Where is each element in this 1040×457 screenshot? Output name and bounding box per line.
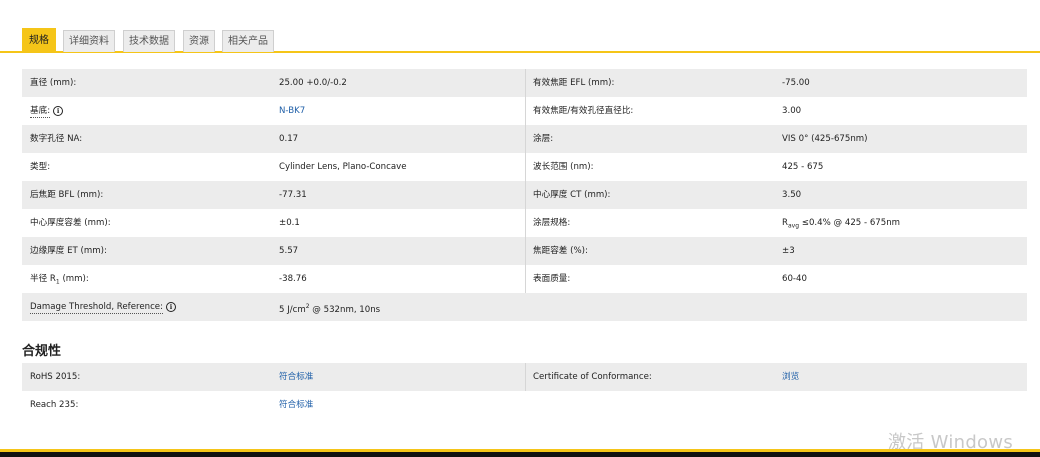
radius-prefix: 半径 R	[30, 274, 56, 284]
column-divider	[525, 153, 526, 181]
info-icon[interactable]: i	[53, 105, 64, 116]
column-divider	[525, 181, 526, 209]
tab-bar: 规格 详细资料 技术数据 资源 相关产品	[0, 0, 1040, 53]
table-row: 类型: Cylinder Lens, Plano-Concave 波长范围 (n…	[22, 153, 1027, 181]
table-row: 基底: i N-BK7 有效焦距/有效孔径直径比: 3.00	[22, 97, 1027, 125]
tab-technical-data[interactable]: 技术数据	[123, 30, 175, 52]
substrate-label[interactable]: 基底:	[30, 105, 51, 118]
spec-label: 表面质量:	[533, 274, 571, 284]
spec-label[interactable]: 基底: i	[30, 97, 64, 125]
tab-specs[interactable]: 规格	[22, 28, 56, 52]
spec-label: 半径 R1 (mm):	[30, 265, 89, 293]
spec-label: 涂层规格:	[533, 218, 571, 228]
compliance-table: RoHS 2015: 符合标准 Certificate of Conforman…	[22, 363, 1027, 419]
spec-value: 3.00	[782, 106, 802, 116]
column-divider	[525, 265, 526, 293]
spec-value: ±0.1	[279, 218, 300, 228]
table-row: Reach 235: 符合标准	[22, 391, 1027, 419]
reach-link[interactable]: 符合标准	[279, 391, 313, 419]
certificate-view-link[interactable]: 浏览	[782, 363, 799, 391]
column-divider	[525, 97, 526, 125]
table-row: 直径 (mm): 25.00 +0.0/-0.2 有效焦距 EFL (mm): …	[22, 69, 1027, 97]
rohs-link[interactable]: 符合标准	[279, 363, 313, 391]
radius-unit: (mm):	[59, 274, 89, 284]
spec-value: Cylinder Lens, Plano-Concave	[279, 162, 407, 172]
info-icon[interactable]: i	[165, 301, 176, 312]
spec-label: 类型:	[30, 162, 51, 172]
spec-label[interactable]: Damage Threshold, Reference: i	[30, 293, 176, 321]
damage-suffix: @ 532nm, 10ns	[309, 304, 381, 315]
column-divider	[525, 237, 526, 265]
r-subscript: avg	[787, 222, 800, 230]
tab-details[interactable]: 详细资料	[63, 30, 115, 52]
spec-value: -38.76	[279, 274, 307, 284]
spec-label: 涂层:	[533, 134, 554, 144]
table-row: RoHS 2015: 符合标准 Certificate of Conforman…	[22, 363, 1027, 391]
spec-value: Ravg ≤0.4% @ 425 - 675nm	[782, 209, 900, 237]
damage-prefix: 5 J/cm	[279, 304, 306, 315]
spec-label: 焦距容差 (%):	[533, 246, 588, 256]
column-divider	[525, 209, 526, 237]
column-divider	[525, 125, 526, 153]
spec-value: -75.00	[782, 78, 810, 88]
tab-resources[interactable]: 资源	[183, 30, 215, 52]
compliance-label: Reach 235:	[30, 400, 79, 410]
table-row: 中心厚度容差 (mm): ±0.1 涂层规格: Ravg ≤0.4% @ 425…	[22, 209, 1027, 237]
spec-value: 425 - 675	[782, 162, 824, 172]
table-row: 边缘厚度 ET (mm): 5.57 焦距容差 (%): ±3	[22, 237, 1027, 265]
spec-value: ±3	[782, 246, 795, 256]
spec-label: 中心厚度 CT (mm):	[533, 190, 611, 200]
spec-value: 25.00 +0.0/-0.2	[279, 78, 347, 88]
substrate-link[interactable]: N-BK7	[279, 97, 305, 125]
spec-value: 0.17	[279, 134, 299, 144]
column-divider	[525, 69, 526, 97]
column-divider	[525, 363, 526, 391]
table-row: Damage Threshold, Reference: i 5 J/cm2 @ …	[22, 293, 1027, 321]
spec-label: 后焦距 BFL (mm):	[30, 190, 104, 200]
spec-label: 中心厚度容差 (mm):	[30, 218, 111, 228]
compliance-label: Certificate of Conformance:	[533, 372, 652, 382]
damage-threshold-label[interactable]: Damage Threshold, Reference:	[30, 301, 163, 314]
coating-spec-value: ≤0.4% @ 425 - 675nm	[801, 218, 901, 228]
spec-value: -77.31	[279, 190, 307, 200]
compliance-label: RoHS 2015:	[30, 372, 81, 382]
spec-value: 60-40	[782, 274, 807, 284]
table-row: 数字孔径 NA: 0.17 涂层: VIS 0° (425-675nm)	[22, 125, 1027, 153]
spec-label: 有效焦距 EFL (mm):	[533, 78, 615, 88]
footer-bar	[0, 449, 1040, 457]
spec-value: 5.57	[279, 246, 299, 256]
spec-label: 有效焦距/有效孔径直径比:	[533, 106, 634, 116]
spec-label: 数字孔径 NA:	[30, 134, 83, 144]
tab-related-products[interactable]: 相关产品	[222, 30, 274, 52]
spec-value: 3.50	[782, 190, 802, 200]
spec-label: 波长范围 (nm):	[533, 162, 594, 172]
spec-label: 边缘厚度 ET (mm):	[30, 246, 107, 256]
table-row: 后焦距 BFL (mm): -77.31 中心厚度 CT (mm): 3.50	[22, 181, 1027, 209]
spec-value: VIS 0° (425-675nm)	[782, 134, 868, 144]
spec-value: 5 J/cm2 @ 532nm, 10ns	[279, 293, 380, 321]
spec-label: 直径 (mm):	[30, 78, 77, 88]
compliance-title: 合规性	[22, 344, 62, 359]
specifications-table: 直径 (mm): 25.00 +0.0/-0.2 有效焦距 EFL (mm): …	[22, 69, 1027, 321]
table-row: 半径 R1 (mm): -38.76 表面质量: 60-40	[22, 265, 1027, 293]
